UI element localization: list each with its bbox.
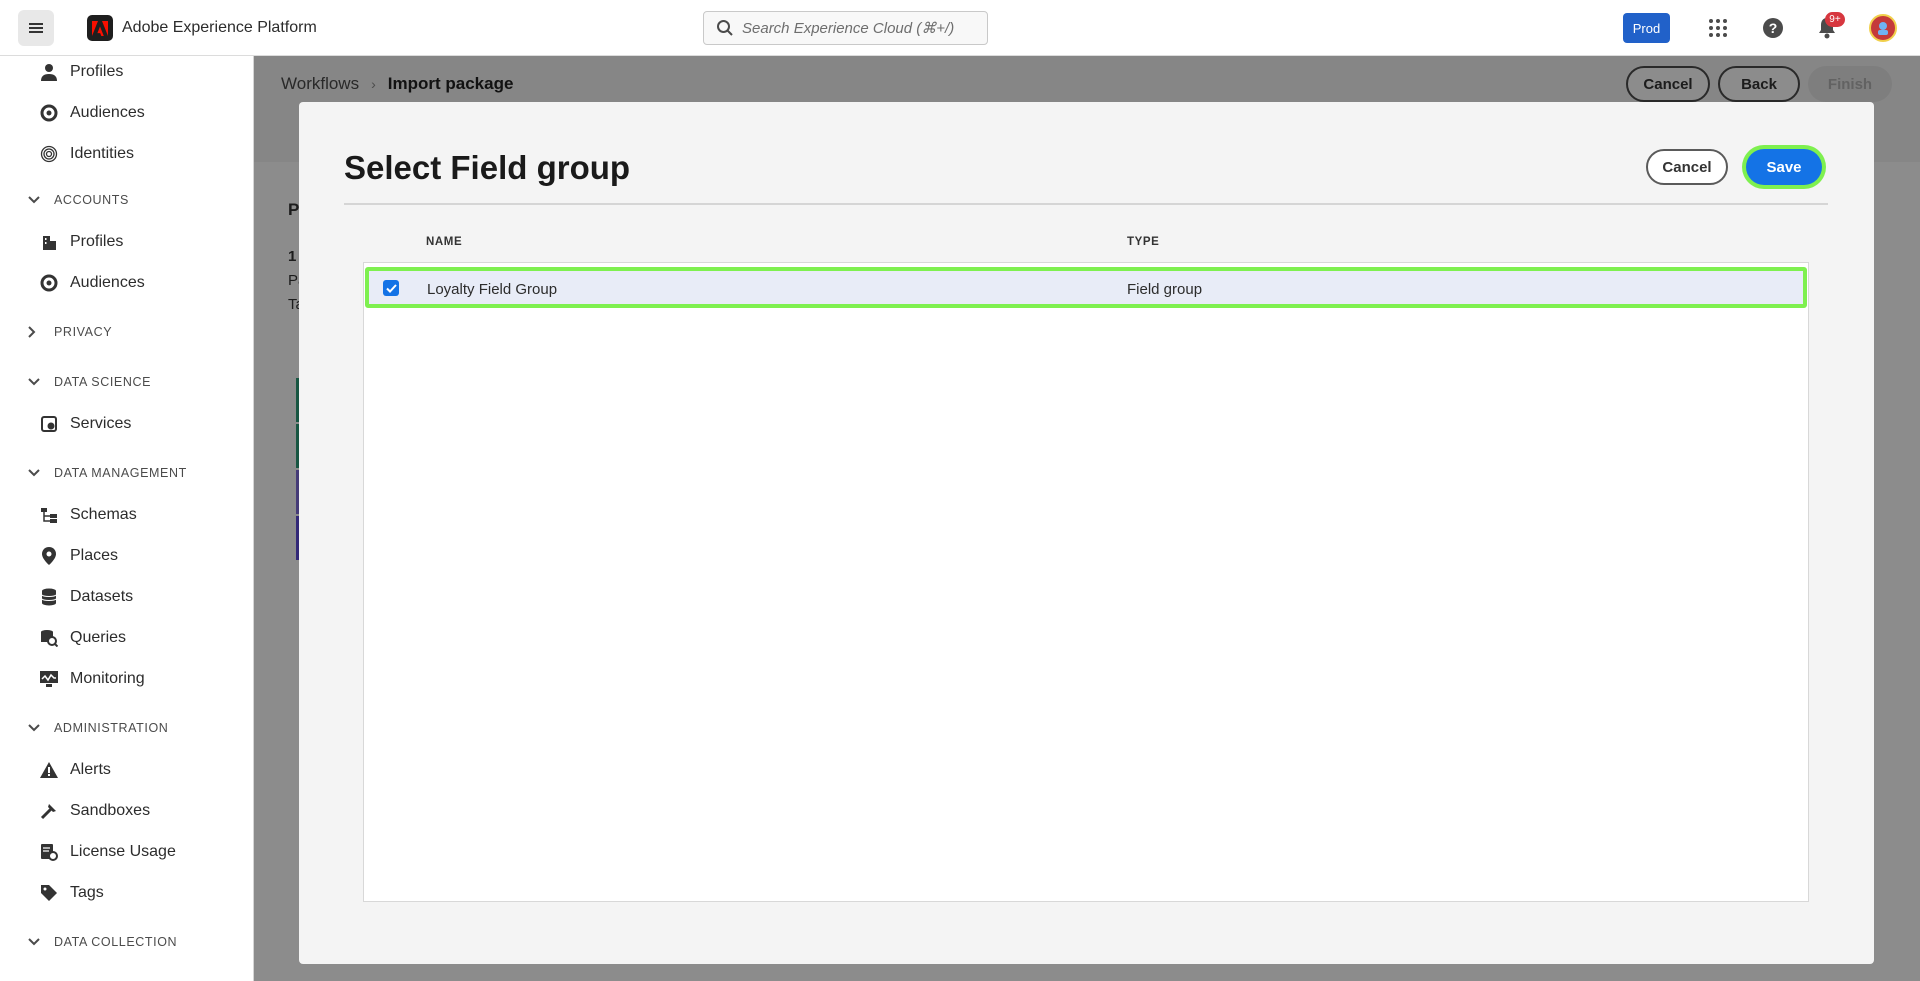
checkmark-icon (385, 283, 397, 293)
notifications-count-badge: 9+ (1825, 12, 1845, 27)
menu-button[interactable] (18, 10, 54, 46)
hamburger-icon (29, 21, 43, 35)
chevron-down-icon (28, 466, 42, 480)
nav-item-label: Services (70, 415, 132, 432)
svg-text:?: ? (1769, 20, 1778, 36)
chevron-down-icon (28, 721, 42, 735)
top-bar: Adobe Experience Platform Search Experie… (0, 0, 1920, 56)
license-icon (38, 841, 60, 863)
nav-section-administration[interactable]: ADMINISTRATION (28, 716, 168, 740)
nav-item-datasets[interactable]: Datasets (38, 581, 248, 613)
nav-item-places[interactable]: Places (38, 540, 248, 572)
search-icon (717, 20, 733, 36)
nav-item-label: Audiences (70, 274, 145, 291)
sandbox-icon (38, 800, 60, 822)
nav-section-data-collection[interactable]: DATA COLLECTION (28, 930, 177, 954)
nav-item-monitoring[interactable]: Monitoring (38, 663, 248, 695)
dialog-divider (344, 203, 1828, 205)
nav-item-label: License Usage (70, 843, 176, 860)
nav-section-data-science[interactable]: DATA SCIENCE (28, 370, 151, 394)
row-checkbox[interactable] (383, 280, 399, 296)
nav-item-label: Sandboxes (70, 802, 151, 819)
services-icon (38, 413, 60, 435)
nav-item-label: Tags (70, 884, 104, 901)
avatar-icon (1878, 22, 1888, 35)
audiences-icon (38, 102, 60, 124)
row-type-cell: Field group (1127, 281, 1203, 298)
nav-item-profiles[interactable]: Profiles (38, 56, 248, 88)
nav-item-label: Datasets (70, 588, 134, 605)
search-input[interactable]: Search Experience Cloud (⌘+/) (703, 11, 988, 45)
building-icon (38, 231, 60, 253)
adobe-logo-icon (87, 15, 113, 41)
app-name[interactable]: Adobe Experience Platform (122, 19, 317, 37)
row-name-cell: Loyalty Field Group (427, 281, 558, 298)
alert-icon (38, 759, 60, 781)
nav-item-alerts[interactable]: Alerts (38, 754, 248, 786)
nav-item-audiences[interactable]: Audiences (38, 97, 248, 129)
nav-item-identities[interactable]: Identities (38, 138, 248, 170)
nav-item-label: Identities (70, 145, 135, 162)
nav-section-privacy[interactable]: PRIVACY (28, 320, 112, 344)
nav-item-label: Schemas (70, 506, 137, 523)
nav-section-label: DATA COLLECTION (54, 935, 178, 949)
schema-icon (38, 504, 60, 526)
person-icon (38, 61, 60, 83)
nav-item-sandboxes[interactable]: Sandboxes (38, 795, 248, 827)
nav-item-license-usage[interactable]: License Usage (38, 836, 248, 868)
nav-item-services[interactable]: Services (38, 408, 248, 440)
nav-item-label: Profiles (70, 233, 124, 250)
nav-item-label: Places (70, 547, 119, 564)
nav-section-label: ACCOUNTS (54, 193, 129, 207)
monitoring-icon (38, 668, 60, 690)
nav-item-tags[interactable]: Tags (38, 877, 248, 909)
nav-item-label: Profiles (70, 63, 124, 80)
nav-item-account-profiles[interactable]: Profiles (38, 226, 248, 258)
chevron-down-icon (28, 193, 42, 207)
nav-item-label: Audiences (70, 104, 145, 121)
tag-icon (38, 882, 60, 904)
dialog-title: Select Field group (344, 149, 631, 186)
field-group-table (363, 262, 1809, 902)
audiences-icon (38, 272, 60, 294)
chevron-right-icon (28, 325, 42, 339)
help-icon[interactable]: ? (1761, 16, 1785, 40)
dialog-cancel-button[interactable]: Cancel (1646, 149, 1728, 185)
column-header-name[interactable]: NAME (426, 236, 462, 248)
nav-section-accounts[interactable]: ACCOUNTS (28, 188, 129, 212)
nav-section-label: ADMINISTRATION (54, 721, 169, 735)
database-icon (38, 586, 60, 608)
query-icon (38, 627, 60, 649)
location-pin-icon (38, 545, 60, 567)
nav-section-label: DATA MANAGEMENT (54, 466, 187, 480)
nav-item-label: Queries (70, 629, 127, 646)
nav-section-label: PRIVACY (54, 325, 113, 339)
user-avatar[interactable] (1869, 14, 1897, 42)
nav-item-schemas[interactable]: Schemas (38, 499, 248, 531)
apps-grid-icon[interactable] (1706, 16, 1730, 40)
chevron-down-icon (28, 935, 42, 949)
nav-item-account-audiences[interactable]: Audiences (38, 267, 248, 299)
fingerprint-icon (38, 143, 60, 165)
select-field-group-dialog: Select Field group Cancel Save NAME TYPE… (299, 102, 1874, 964)
table-row[interactable]: Loyalty Field Group Field group (365, 267, 1807, 308)
left-nav: Profiles Audiences Identities ACCOUNTS P… (0, 56, 254, 981)
nav-item-queries[interactable]: Queries (38, 622, 248, 654)
nav-item-label: Monitoring (70, 670, 145, 687)
chevron-down-icon (28, 375, 42, 389)
nav-section-label: DATA SCIENCE (54, 375, 152, 389)
column-header-type[interactable]: TYPE (1127, 236, 1159, 248)
nav-item-label: Alerts (70, 761, 111, 778)
dialog-save-button[interactable]: Save (1746, 149, 1822, 185)
org-badge[interactable]: Prod (1623, 13, 1670, 43)
nav-section-data-management[interactable]: DATA MANAGEMENT (28, 461, 187, 485)
search-placeholder: Search Experience Cloud (⌘+/) (742, 20, 955, 37)
